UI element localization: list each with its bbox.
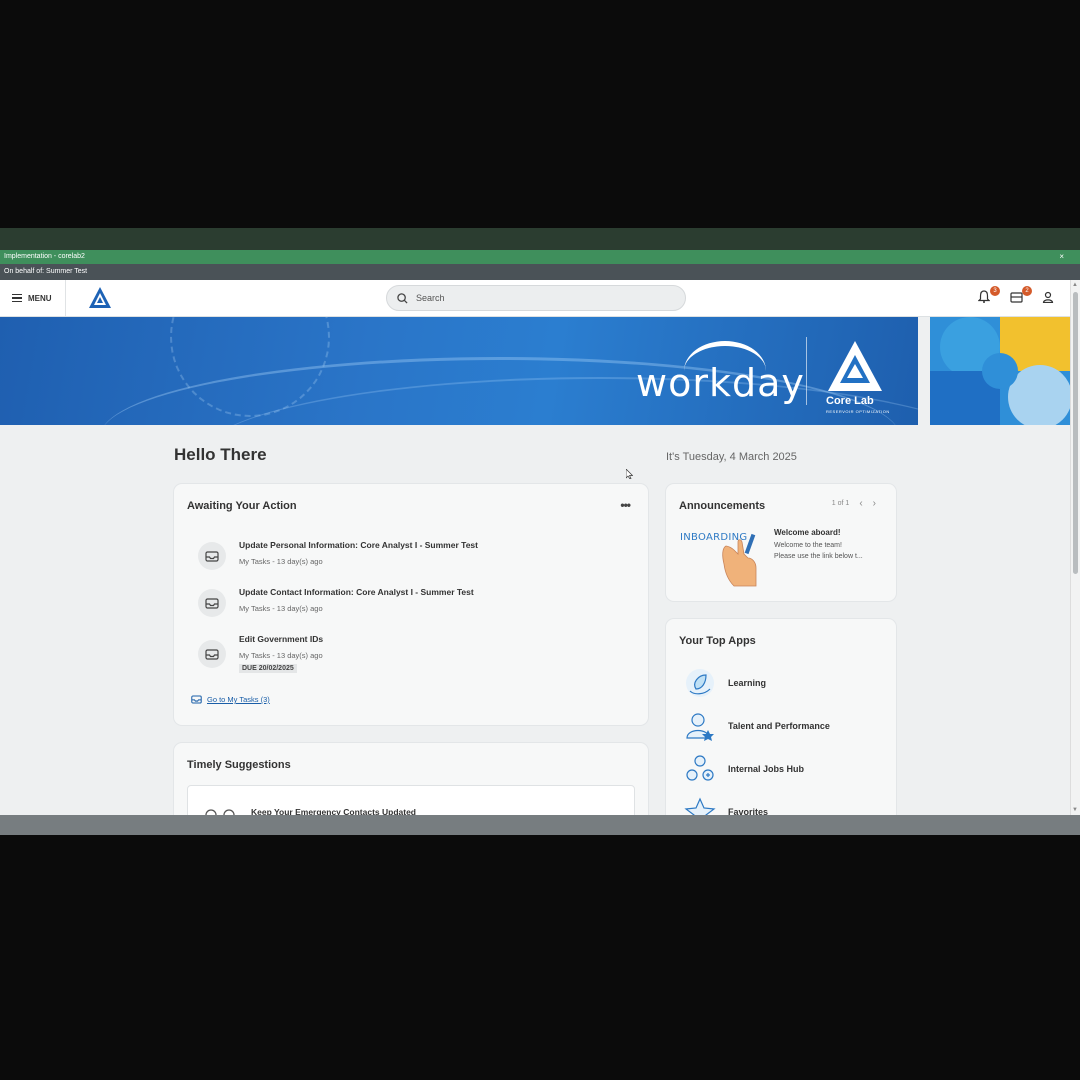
task-item[interactable]: Update Personal Information: Core Analys…	[198, 540, 598, 580]
talent-icon	[686, 713, 714, 741]
window-title-strip	[0, 228, 1080, 250]
app-item-internal-jobs[interactable]: Internal Jobs Hub	[684, 753, 804, 785]
search-icon	[397, 292, 408, 304]
app-item-talent[interactable]: Talent and Performance	[684, 710, 830, 742]
contacts-icon	[205, 809, 235, 815]
timely-suggestions-card: Timely Suggestions Keep Your Emergency C…	[174, 743, 648, 815]
inbox-badge: 2	[1022, 286, 1032, 296]
notification-badge: 3	[990, 286, 1000, 296]
app-item-learning[interactable]: Learning	[684, 667, 766, 699]
core-lab-banner-logo	[828, 341, 882, 391]
task-title[interactable]: Update Personal Information: Core Analys…	[239, 540, 478, 550]
profile-button[interactable]	[1042, 290, 1058, 306]
search-placeholder: Search	[416, 293, 445, 303]
task-meta: My Tasks - 13 day(s) ago	[239, 651, 323, 660]
app-item-favorites[interactable]: Favorites	[684, 796, 768, 815]
bell-icon	[977, 290, 991, 303]
workday-logo-text: workday	[636, 361, 805, 405]
mouse-cursor-icon	[626, 469, 633, 479]
announcement-body-line2: Please use the link below t...	[774, 553, 863, 560]
inbox-icon	[1010, 292, 1023, 303]
hand-with-pen-illustration	[722, 533, 757, 587]
app-header: MENU Search 3 2	[0, 280, 1080, 317]
app-label: Internal Jobs Hub	[728, 764, 805, 774]
pager-text: 1 of 1	[831, 500, 850, 507]
decorative-tiles	[930, 317, 1070, 425]
core-lab-logo[interactable]	[88, 286, 112, 315]
task-item[interactable]: Update Contact Information: Core Analyst…	[198, 587, 598, 627]
inbox-button[interactable]: 2	[1010, 286, 1032, 306]
task-meta: My Tasks - 13 day(s) ago	[239, 604, 323, 613]
announcement-body-line1: Welcome to the team!	[774, 542, 842, 549]
timely-suggestions-title: Timely Suggestions	[187, 759, 291, 771]
top-apps-title: Your Top Apps	[679, 635, 756, 647]
core-lab-tagline: RESERVOIR OPTIMIZATION	[826, 409, 890, 414]
on-behalf-bar: On behalf of: Summer Test	[0, 264, 1080, 280]
page-scrollbar[interactable]: ▲ ▼	[1070, 280, 1080, 815]
chevron-left-icon[interactable]: ‹	[859, 498, 862, 509]
implementation-bar: Implementation - corelab2 ×	[0, 250, 1080, 264]
announcements-title: Announcements	[679, 500, 766, 512]
inbox-tray-icon	[191, 695, 202, 704]
app-label: Learning	[728, 678, 767, 688]
more-options-icon[interactable]: •••	[620, 498, 631, 512]
suggestion-title[interactable]: Keep Your Emergency Contacts Updated	[251, 807, 416, 815]
menu-button[interactable]: MENU	[0, 280, 66, 316]
bottom-reflection-strip	[0, 815, 1080, 835]
close-icon[interactable]: ×	[1059, 250, 1064, 264]
workday-screen: Implementation - corelab2 × On behalf of…	[0, 250, 1080, 815]
scroll-down-icon[interactable]: ▼	[1072, 807, 1078, 813]
chevron-right-icon[interactable]: ›	[873, 498, 876, 509]
inbox-tray-icon	[198, 542, 226, 570]
task-title[interactable]: Update Contact Information: Core Analyst…	[239, 587, 474, 597]
on-behalf-text: On behalf of: Summer Test	[4, 268, 88, 275]
top-apps-card: Your Top Apps Learning Talent and Perfor…	[666, 619, 896, 815]
jobs-hub-icon	[686, 755, 714, 781]
app-label: Favorites	[728, 807, 769, 815]
scroll-up-icon[interactable]: ▲	[1072, 282, 1078, 288]
workday-banner: workday Core Lab RESERVOIR OPTIMIZATION	[0, 317, 918, 425]
awaiting-action-card: Awaiting Your Action ••• Update Personal…	[174, 484, 648, 725]
inbox-tray-icon	[198, 589, 226, 617]
hamburger-icon	[12, 294, 22, 302]
announcements-card: Announcements 1 of 1 ‹ › INBOARDING Welc…	[666, 484, 896, 601]
due-date-badge: DUE 20/02/2025	[239, 664, 297, 673]
notifications-button[interactable]: 3	[977, 286, 1000, 306]
announcement-image[interactable]: INBOARDING	[678, 528, 762, 588]
date-text: It's Tuesday, 4 March 2025	[666, 451, 797, 463]
learning-icon	[686, 669, 714, 697]
app-label: Talent and Performance	[728, 721, 830, 731]
favorites-icon	[684, 797, 716, 815]
user-icon	[1042, 291, 1054, 304]
scrollbar-thumb[interactable]	[1073, 292, 1078, 574]
task-item[interactable]: Edit Government IDs My Tasks - 13 day(s)…	[198, 634, 598, 684]
suggestion-item[interactable]: Keep Your Emergency Contacts Updated	[187, 785, 635, 815]
go-to-my-tasks-link[interactable]: Go to My Tasks (3)	[191, 695, 270, 704]
awaiting-action-title: Awaiting Your Action	[187, 500, 297, 512]
announcement-body: Welcome to the team! Please use the link…	[774, 540, 878, 562]
menu-label: MENU	[28, 293, 52, 303]
announcements-pager: 1 of 1 ‹ ›	[831, 498, 876, 509]
top-black-region	[0, 0, 1080, 228]
task-title[interactable]: Edit Government IDs	[239, 634, 323, 644]
page-greeting: Hello There	[174, 445, 267, 464]
go-to-my-tasks-label: Go to My Tasks (3)	[207, 695, 270, 704]
core-lab-wordmark: Core Lab	[826, 395, 874, 407]
announcement-headline[interactable]: Welcome aboard!	[774, 528, 841, 537]
search-input[interactable]: Search	[386, 285, 686, 311]
task-meta: My Tasks - 13 day(s) ago	[239, 557, 323, 566]
inbox-tray-icon	[198, 640, 226, 668]
implementation-title: Implementation - corelab2	[4, 253, 85, 260]
